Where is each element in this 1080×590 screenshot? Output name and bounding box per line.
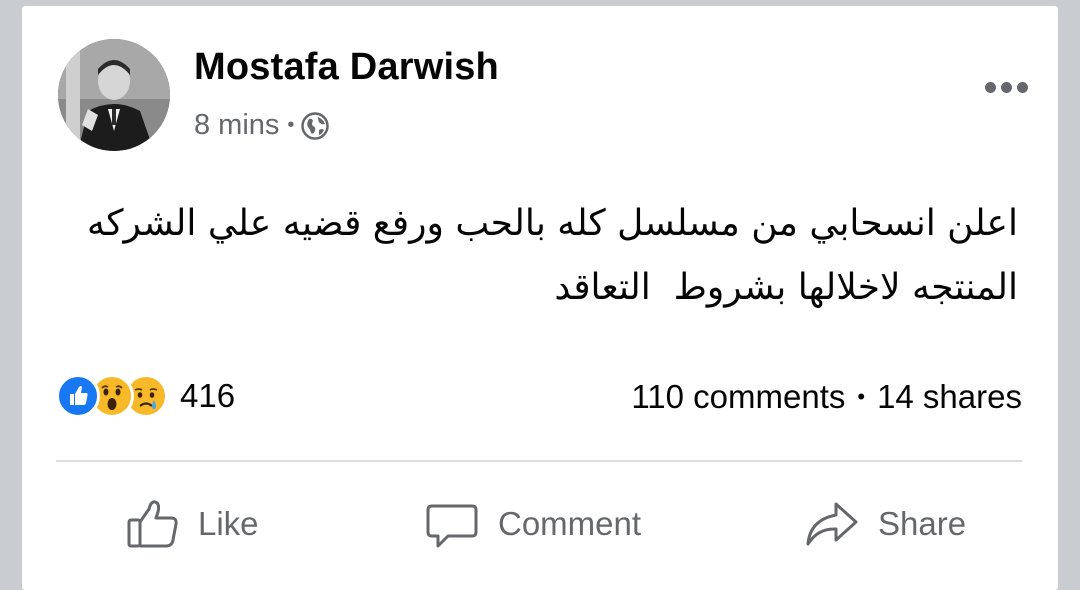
like-reaction-icon bbox=[56, 374, 100, 418]
share-button[interactable]: Share bbox=[802, 496, 966, 552]
author-name[interactable]: Mostafa Darwish bbox=[194, 46, 499, 89]
post-text: اعلن انسحابي من مسلسل كله بالحب ورفع قضي… bbox=[87, 203, 1018, 308]
comment-label: Comment bbox=[498, 505, 642, 542]
avatar-photo bbox=[58, 39, 170, 151]
more-dot-icon bbox=[1001, 82, 1012, 93]
comments-count[interactable]: 110 comments bbox=[631, 378, 845, 416]
more-dot-icon bbox=[1017, 82, 1028, 93]
divider bbox=[56, 460, 1022, 462]
thumbs-up-icon bbox=[127, 500, 178, 548]
shares-count[interactable]: 14 shares bbox=[877, 378, 1022, 416]
avatar[interactable] bbox=[58, 39, 170, 151]
reaction-count[interactable]: 416 bbox=[180, 377, 235, 415]
counts-separator: • bbox=[857, 384, 866, 409]
comment-icon bbox=[426, 504, 478, 548]
post-meta: 8 mins • bbox=[194, 109, 330, 142]
like-label: Like bbox=[198, 505, 259, 542]
share-label: Share bbox=[878, 505, 967, 542]
meta-separator: • bbox=[287, 114, 295, 136]
post-card: Mostafa Darwish 8 mins • اعلن انسحابي من… bbox=[22, 6, 1058, 590]
post-time[interactable]: 8 mins bbox=[194, 109, 279, 142]
engagement-counts: 110 comments • 14 shares bbox=[631, 378, 1022, 416]
more-options-button[interactable] bbox=[985, 82, 1028, 93]
more-dot-icon bbox=[985, 82, 996, 93]
reactions-summary[interactable]: 416 bbox=[56, 374, 235, 418]
like-button[interactable]: Like bbox=[124, 496, 259, 552]
globe-icon[interactable] bbox=[300, 111, 330, 141]
comment-button[interactable]: Comment bbox=[424, 496, 641, 552]
share-icon bbox=[806, 502, 858, 546]
